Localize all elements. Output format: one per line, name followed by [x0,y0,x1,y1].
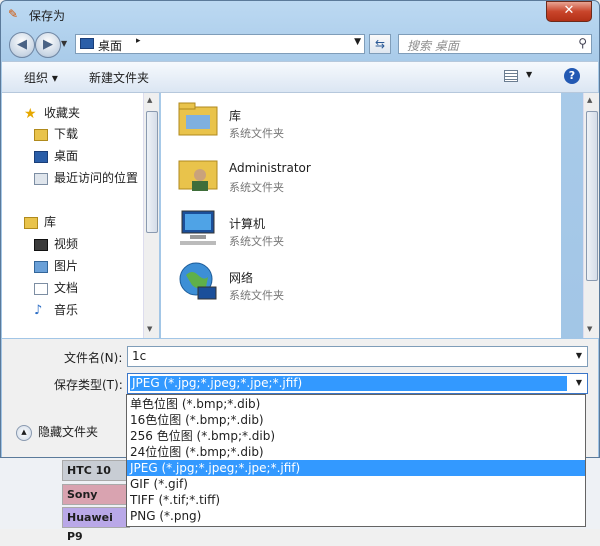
scrollbar-thumb[interactable] [586,111,598,281]
filename-label: 文件名(N): [64,351,123,365]
background-label-sony: Sony Xperia [62,484,130,520]
sidebar-item-downloads[interactable]: 下载 [34,125,78,143]
address-text: 桌面 [98,39,123,53]
sidebar-library[interactable]: 库 [24,213,56,231]
downloads-folder-icon [34,128,48,141]
filetype-dropdown-icon[interactable]: ▼ [576,378,582,387]
window-title: 保存为 [29,9,66,23]
save-as-dialog: ✎ 保存为 ✕ ◀ ▶ ▼ 桌面 ▸ ▼ ⇆ 搜索 桌面 ⚲ 组织 ▾ 新建文件… [0,0,600,458]
recent-places-icon [34,172,48,185]
filename-field[interactable]: 1c ▼ [127,346,588,367]
address-chevron-icon[interactable]: ▸ [136,36,141,46]
search-placeholder: 搜索 桌面 [407,39,459,53]
filetype-option-24bit-bmp[interactable]: 24位位图 (*.bmp;*.dib) [127,444,585,460]
organize-button[interactable]: 组织 ▾ [24,69,58,86]
library-folder-icon [178,102,218,136]
user-folder-icon [178,160,218,191]
background-label-huawei: Huawei P9 [62,507,130,543]
library-icon [24,216,38,229]
filetype-value: JPEG (*.jpg;*.jpeg;*.jpe;*.jfif) [130,376,567,391]
paint-app-icon: ✎ [8,7,19,21]
network-icon [179,262,217,300]
close-button[interactable]: ✕ [546,1,592,22]
filetype-option-jpeg[interactable]: JPEG (*.jpg;*.jpeg;*.jpe;*.jfif) [127,460,585,476]
music-icon: ♪ [34,302,43,318]
search-input[interactable]: 搜索 桌面 ⚲ [398,34,592,54]
filename-value: 1c [132,349,147,363]
filetype-label: 保存类型(T): [54,378,123,392]
file-list: 库 系统文件夹 Administrator 系统文件夹 计算机 系统文件夹 网络… [161,93,561,338]
scrollbar-thumb[interactable] [146,111,158,233]
filetype-option-monochrome-bmp[interactable]: 单色位图 (*.bmp;*.dib) [127,396,585,412]
background-label-htc: HTC 10 [62,460,130,481]
navigation-pane: ★ 收藏夹 下载 桌面 最近访问的位置 库 视频 图片 文档 ♪ 音乐 [2,93,145,338]
filetype-option-png[interactable]: PNG (*.png) [127,508,585,524]
address-bar[interactable]: 桌面 ▸ ▼ [75,34,365,54]
refresh-button[interactable]: ⇆ [369,34,391,54]
recent-pages-dropdown-icon[interactable]: ▼ [61,39,67,48]
sidebar-item-documents[interactable]: 文档 [34,279,78,297]
filetype-option-gif[interactable]: GIF (*.gif) [127,476,585,492]
sidebar-item-recent-places[interactable]: 最近访问的位置 [34,169,138,187]
sidebar-favorites[interactable]: ★ 收藏夹 [24,104,80,122]
document-icon [34,282,48,295]
hide-folders-button[interactable]: ▲ 隐藏文件夹 [16,423,98,441]
computer-icon [180,210,216,245]
file-list-scrollbar[interactable]: ▲ ▼ [583,93,599,338]
help-button[interactable]: ? [564,68,580,84]
filetype-dropdown-list: 单色位图 (*.bmp;*.dib) 16色位图 (*.bmp;*.dib) 2… [126,394,586,527]
forward-button[interactable]: ▶ [35,32,61,58]
view-options-icon[interactable] [504,70,518,82]
filetype-option-256color-bmp[interactable]: 256 色位图 (*.bmp;*.dib) [127,428,585,444]
new-folder-button[interactable]: 新建文件夹 [89,69,149,86]
navigation-scrollbar[interactable]: ▲ ▼ [143,93,159,338]
search-icon[interactable]: ⚲ [578,36,587,50]
navigation-bar: ◀ ▶ ▼ 桌面 ▸ ▼ ⇆ 搜索 桌面 ⚲ [1,29,599,59]
scroll-down-icon[interactable]: ▼ [147,325,152,333]
scroll-down-icon[interactable]: ▼ [587,325,592,333]
picture-icon [34,260,48,273]
command-toolbar: 组织 ▾ 新建文件夹 ▼ ? [2,61,598,93]
filetype-option-tiff[interactable]: TIFF (*.tif;*.tiff) [127,492,585,508]
sidebar-item-music[interactable]: ♪ 音乐 [34,301,78,319]
sidebar-item-pictures[interactable]: 图片 [34,257,78,275]
video-icon [34,238,48,251]
view-dropdown-icon[interactable]: ▼ [526,70,532,79]
filetype-select[interactable]: JPEG (*.jpg;*.jpeg;*.jpe;*.jfif) ▼ [127,373,588,394]
chevron-up-icon: ▲ [16,424,32,441]
filetype-option-16color-bmp[interactable]: 16色位图 (*.bmp;*.dib) [127,412,585,428]
star-icon: ★ [24,105,37,122]
sidebar-item-desktop[interactable]: 桌面 [34,147,78,165]
desktop-icon [80,38,94,49]
back-button[interactable]: ◀ [9,32,35,58]
scroll-up-icon[interactable]: ▲ [147,96,152,104]
scroll-up-icon[interactable]: ▲ [587,96,592,104]
filename-dropdown-icon[interactable]: ▼ [576,351,582,360]
title-bar[interactable]: ✎ 保存为 ✕ [1,1,599,29]
desktop-icon [34,150,48,163]
address-dropdown-icon[interactable]: ▼ [354,37,361,47]
sidebar-item-videos[interactable]: 视频 [34,235,78,253]
